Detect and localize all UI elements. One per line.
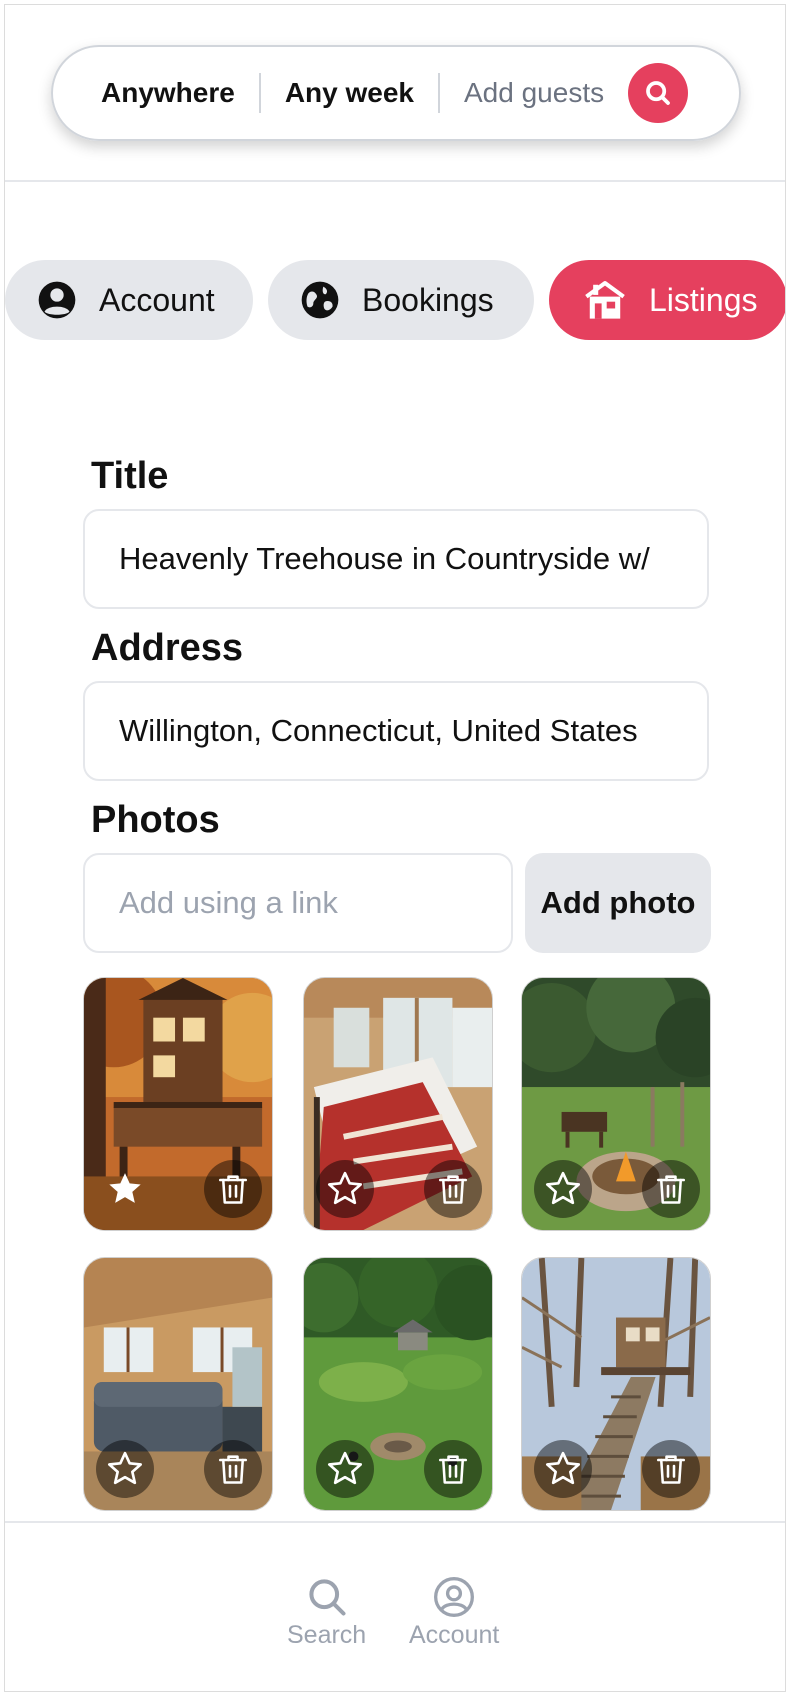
search-guests[interactable]: Add guests [440, 77, 628, 109]
trash-icon [656, 1175, 686, 1204]
tab-listings-label: Listings [649, 281, 758, 318]
star-icon [546, 1171, 580, 1205]
set-cover-button[interactable] [316, 1440, 374, 1498]
globe-icon [301, 281, 339, 319]
title-label: Title [91, 455, 169, 497]
tab-listings[interactable]: Listings [549, 260, 785, 340]
set-cover-button[interactable] [96, 1160, 154, 1218]
search-week[interactable]: Any week [261, 77, 438, 109]
search-icon [646, 81, 670, 105]
app-frame: Anywhere Any week Add guests Account Boo… [4, 4, 786, 1692]
photo-tile[interactable] [303, 977, 493, 1231]
star-icon [108, 1451, 142, 1485]
delete-photo-button[interactable] [424, 1440, 482, 1498]
photo-tile[interactable] [521, 1257, 711, 1511]
set-cover-button[interactable] [316, 1160, 374, 1218]
star-icon [328, 1451, 362, 1485]
tab-account[interactable]: Account [5, 260, 253, 340]
delete-photo-button[interactable] [642, 1440, 700, 1498]
nav-search-label: Search [287, 1621, 367, 1649]
star-filled-icon [109, 1173, 141, 1203]
delete-photo-button[interactable] [204, 1160, 262, 1218]
nav-account-label: Account [409, 1621, 500, 1649]
add-photo-button[interactable]: Add photo [525, 853, 711, 953]
trash-icon [656, 1455, 686, 1484]
tab-account-label: Account [99, 281, 215, 318]
search-icon [309, 1579, 346, 1616]
delete-photo-button[interactable] [424, 1160, 482, 1218]
house-icon [585, 281, 625, 319]
trash-icon [438, 1455, 468, 1484]
nav-search[interactable]: Search [287, 1575, 366, 1650]
trash-icon [438, 1175, 468, 1204]
nav-account[interactable]: Account [409, 1575, 499, 1650]
trash-icon [218, 1455, 248, 1484]
photo-tile[interactable] [83, 977, 273, 1231]
set-cover-button[interactable] [534, 1440, 592, 1498]
title-input[interactable]: Heavenly Treehouse in Countryside w/ [83, 509, 709, 609]
user-circle-icon [434, 1577, 475, 1617]
photo-link-input[interactable]: Add using a link [83, 853, 513, 953]
address-input[interactable]: Willington, Connecticut, United States [83, 681, 709, 781]
photo-tile[interactable] [83, 1257, 273, 1511]
trash-icon [218, 1175, 248, 1204]
tab-bookings[interactable]: Bookings [268, 260, 534, 340]
delete-photo-button[interactable] [642, 1160, 700, 1218]
photo-tile[interactable] [521, 977, 711, 1231]
tab-bookings-label: Bookings [362, 281, 494, 318]
set-cover-button[interactable] [96, 1440, 154, 1498]
bottom-nav: Search Account [5, 1521, 785, 1691]
photo-tile[interactable] [303, 1257, 493, 1511]
star-icon [328, 1171, 362, 1205]
star-icon [546, 1451, 580, 1485]
set-cover-button[interactable] [534, 1160, 592, 1218]
search-bar[interactable]: Anywhere Any week Add guests [51, 45, 741, 141]
header: Anywhere Any week Add guests [5, 5, 785, 182]
photos-label: Photos [91, 799, 220, 841]
delete-photo-button[interactable] [204, 1440, 262, 1498]
search-button[interactable] [628, 63, 689, 123]
user-circle-icon [38, 281, 76, 319]
search-location[interactable]: Anywhere [53, 77, 259, 109]
address-label: Address [91, 627, 244, 669]
